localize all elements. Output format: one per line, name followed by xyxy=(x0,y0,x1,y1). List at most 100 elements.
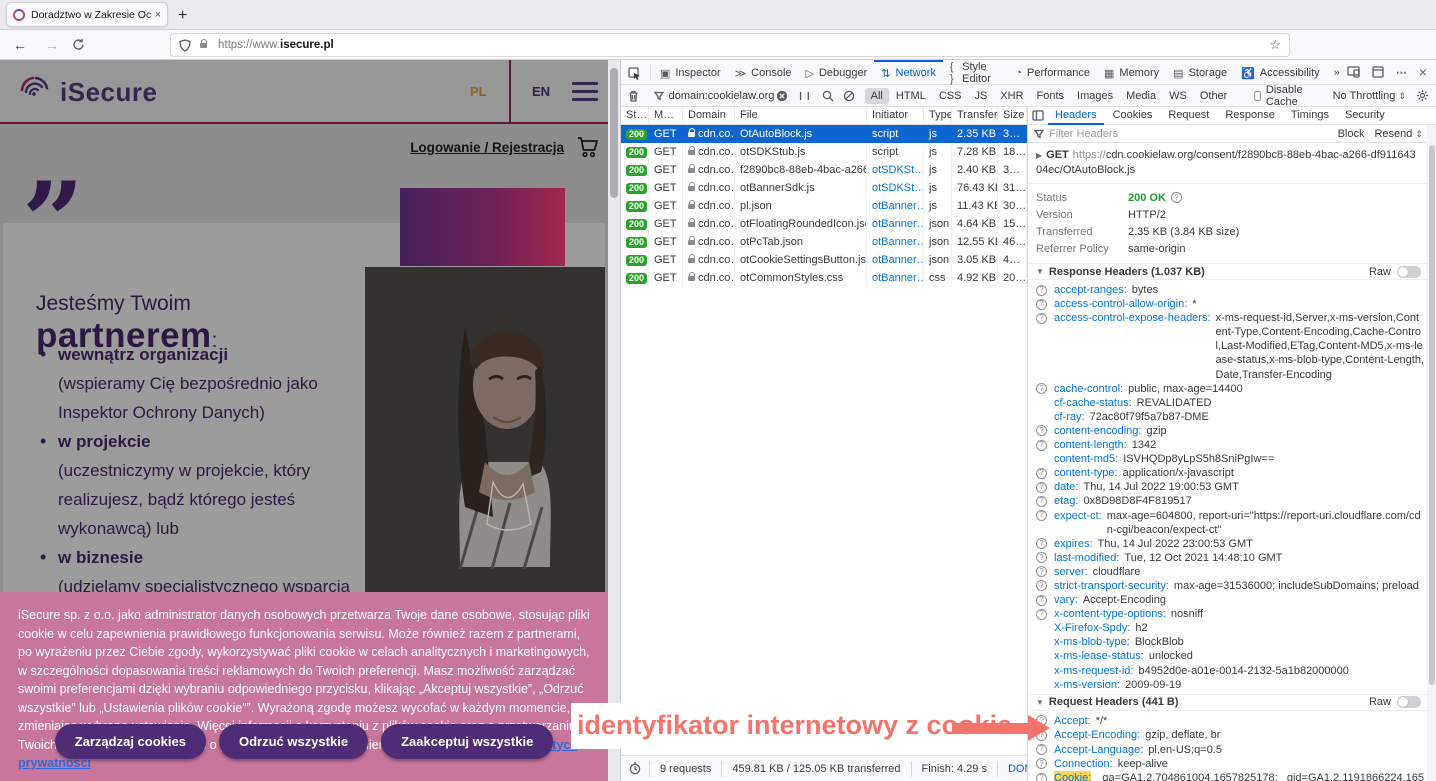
collapse-caret-icon[interactable]: ▼ xyxy=(1036,267,1044,276)
throttling-select[interactable]: No Throttling ⇕ xyxy=(1333,90,1406,102)
header-row[interactable]: ? date Thu, 14 Jul 2022 19:00:53 GMT xyxy=(1036,480,1425,494)
help-icon[interactable]: ? xyxy=(1036,538,1047,549)
back-button[interactable]: ← xyxy=(8,37,32,53)
header-row[interactable]: ? x-ms-blob-type BlockBlob xyxy=(1036,635,1425,649)
request-blocking-icon[interactable] xyxy=(843,90,855,102)
devtools-tab[interactable]: ▦ Memory xyxy=(1097,60,1166,84)
pick-element-icon[interactable] xyxy=(621,60,648,84)
header-row[interactable]: ? access-control-allow-origin * xyxy=(1036,297,1425,311)
devtools-tab[interactable]: ▷ Debugger xyxy=(799,60,875,84)
browser-tab[interactable]: Doradztwo w Zakresie Ochrony Dany × xyxy=(6,2,168,27)
request-filter-input[interactable]: domain:cookielaw.org xyxy=(648,90,777,102)
header-row[interactable]: ? x-ms-request-id b4952d0e-a01e-0014-213… xyxy=(1036,664,1425,678)
header-row[interactable]: ? content-type application/x-javascript xyxy=(1036,466,1425,480)
help-icon[interactable]: ? xyxy=(1036,299,1047,310)
column-header[interactable]: File xyxy=(735,107,867,124)
header-row[interactable]: ? access-control-expose-headers x-ms-req… xyxy=(1036,311,1425,381)
search-icon[interactable] xyxy=(822,90,834,102)
help-icon[interactable]: ? xyxy=(1036,510,1047,521)
column-header[interactable]: St… xyxy=(621,107,649,124)
cookie-banner-button[interactable]: Odrzuć wszystkie xyxy=(219,724,368,759)
header-row[interactable]: ? etag 0x8D98D8F4F819517 xyxy=(1036,494,1425,508)
disable-cache-checkbox[interactable] xyxy=(1254,91,1261,101)
shield-icon[interactable] xyxy=(179,39,191,52)
header-row[interactable]: ? content-md5 ISVHQDp8yLpS5h8SniPgIw== xyxy=(1036,452,1425,466)
cookie-banner-button[interactable]: Zarządzaj cookies xyxy=(55,724,206,759)
raw-toggle[interactable] xyxy=(1397,266,1421,278)
header-row[interactable]: ? vary Accept-Encoding xyxy=(1036,593,1425,607)
clear-requests-icon[interactable] xyxy=(621,90,643,102)
help-icon[interactable]: ? xyxy=(1036,285,1047,296)
request-row[interactable]: 200 GET cdn.co… otSDKStub.js script js 7… xyxy=(621,143,1027,161)
column-header[interactable]: Transferred xyxy=(952,107,998,124)
tab-close-icon[interactable]: × xyxy=(155,9,161,21)
login-register-link[interactable]: Logowanie / Rejestracja xyxy=(410,140,564,155)
header-row[interactable]: ? cf-cache-status REVALIDATED xyxy=(1036,396,1425,410)
column-header[interactable]: M… xyxy=(649,107,683,124)
reload-button[interactable] xyxy=(72,38,96,51)
type-filter-button[interactable]: JS xyxy=(968,88,993,104)
filter-headers-input[interactable]: Filter Headers xyxy=(1049,128,1118,140)
request-row[interactable]: 200 GET cdn.co… pl.json otBanner… js 11.… xyxy=(621,197,1027,215)
bookmark-star-icon[interactable]: ☆ xyxy=(1269,37,1281,53)
block-button[interactable]: Block xyxy=(1338,128,1365,140)
url-text[interactable]: https://www.isecure.pl xyxy=(218,39,334,51)
lang-pl-button[interactable]: PL xyxy=(470,84,487,99)
help-icon[interactable]: ? xyxy=(1036,552,1047,563)
devtools-tab[interactable]: { } Style Editor xyxy=(943,60,1009,84)
details-tab[interactable]: Headers xyxy=(1048,107,1104,125)
help-icon[interactable]: ? xyxy=(1036,580,1047,591)
header-row[interactable]: ? Accept-Language pl,en-US;q=0.5 xyxy=(1036,743,1425,757)
devtools-tab[interactable]: ▤ Storage xyxy=(1166,60,1234,84)
header-row[interactable]: ? accept-ranges bytes xyxy=(1036,283,1425,297)
details-tab[interactable]: Response xyxy=(1218,107,1282,125)
url-bar[interactable]: https://www.isecure.pl ☆ xyxy=(170,33,1290,57)
help-icon[interactable]: ? xyxy=(1036,744,1047,755)
header-row[interactable]: ? x-ms-lease-status unlocked xyxy=(1036,649,1425,663)
page-scrollbar[interactable] xyxy=(608,60,620,781)
header-row[interactable]: ? content-encoding gzip xyxy=(1036,424,1425,438)
details-tab[interactable]: Timings xyxy=(1284,107,1336,125)
type-filter-button[interactable]: Images xyxy=(1071,88,1119,104)
header-row[interactable]: ? Accept-Encoding gzip, deflate, br xyxy=(1036,728,1425,742)
request-row[interactable]: 200 GET cdn.co… OtAutoBlock.js script js… xyxy=(621,125,1027,143)
header-row[interactable]: ? cf-ray 72ac80f79f5a7b87-DME xyxy=(1036,410,1425,424)
header-row[interactable]: ? last-modified Tue, 12 Oct 2021 14:48:1… xyxy=(1036,551,1425,565)
clear-filter-icon[interactable] xyxy=(776,90,788,102)
help-icon[interactable]: ? xyxy=(1036,383,1047,394)
scrollbar-thumb[interactable] xyxy=(610,68,618,198)
type-filter-button[interactable]: All xyxy=(865,88,889,104)
scrollbar-thumb[interactable] xyxy=(1429,145,1435,685)
cart-icon[interactable] xyxy=(576,136,600,158)
header-row[interactable]: ? Connection keep-alive xyxy=(1036,757,1425,771)
devtools-meatball-menu-icon[interactable]: ⋯ xyxy=(1396,66,1407,79)
header-row[interactable]: ? X-Firefox-Spdy h2 xyxy=(1036,621,1425,635)
header-row[interactable]: ? expires Thu, 14 Jul 2022 23:00:53 GMT xyxy=(1036,537,1425,551)
help-icon[interactable]: ? xyxy=(1171,192,1182,203)
request-headers-section[interactable]: ▼ Request Headers (441 B) Raw xyxy=(1028,694,1429,711)
site-logo[interactable]: iSecure xyxy=(16,72,157,112)
devtools-tab[interactable]: ⇅ Network xyxy=(874,60,943,84)
request-row[interactable]: 200 GET cdn.co… otFloatingRoundedIcon.js… xyxy=(621,215,1027,233)
devtools-tab[interactable]: ♿ Accessibility xyxy=(1234,60,1327,84)
request-row[interactable]: 200 GET cdn.co… otPcTab.json otBanner… j… xyxy=(621,233,1027,251)
request-row[interactable]: 200 GET cdn.co… f2890bc8-88eb-4bac-a266-… xyxy=(621,161,1027,179)
header-row[interactable]: ? server cloudflare xyxy=(1036,565,1425,579)
cookie-banner-button[interactable]: Zaakceptuj wszystkie xyxy=(381,724,553,759)
type-filter-button[interactable]: Fonts xyxy=(1031,88,1071,104)
column-header[interactable]: Initiator xyxy=(867,107,924,124)
new-tab-button[interactable]: + xyxy=(178,7,187,25)
lock-icon[interactable] xyxy=(200,43,207,48)
help-icon[interactable]: ? xyxy=(1036,609,1047,620)
help-icon[interactable]: ? xyxy=(1036,566,1047,577)
request-row[interactable]: 200 GET cdn.co… otCommonStyles.css otBan… xyxy=(621,269,1027,287)
response-headers-section[interactable]: ▼ Response Headers (1.037 KB) Raw xyxy=(1028,263,1429,280)
header-row[interactable]: ? Cookie _ga=GA1.2.704861004.1657825178;… xyxy=(1036,771,1425,781)
help-icon[interactable]: ? xyxy=(1036,496,1047,507)
request-url-block[interactable]: ▶GEThttps://cdn.cookielaw.org/consent/f2… xyxy=(1028,143,1429,184)
devtools-close-icon[interactable]: × xyxy=(1419,64,1427,80)
type-filter-button[interactable]: Other xyxy=(1194,88,1234,104)
responsive-mode-icon[interactable] xyxy=(1347,66,1360,78)
help-icon[interactable]: ? xyxy=(1036,440,1047,451)
separate-window-icon[interactable] xyxy=(1372,66,1384,78)
